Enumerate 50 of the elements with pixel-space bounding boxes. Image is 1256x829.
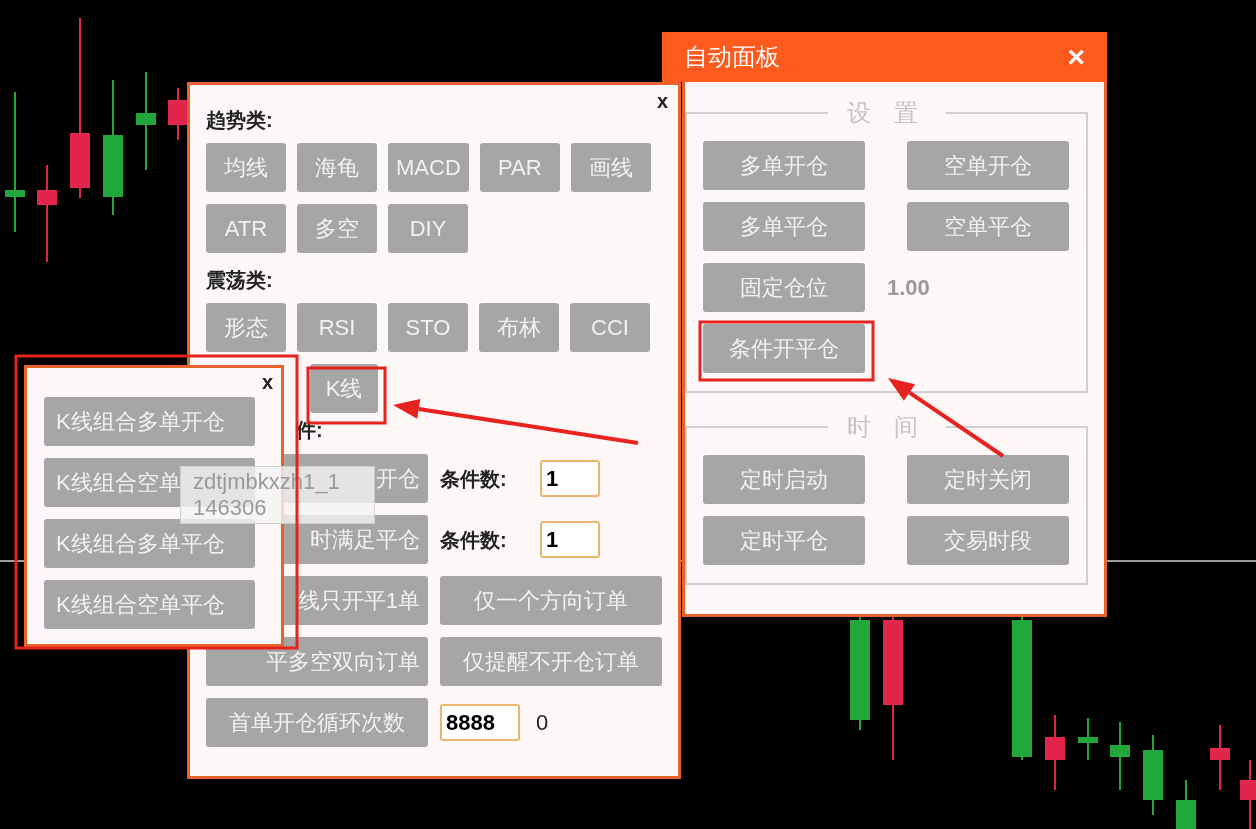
option-button[interactable]: 仅提醒不开仓订单 <box>440 637 662 686</box>
candlestick <box>1210 724 1230 791</box>
indicator-button[interactable]: ATR <box>206 204 286 253</box>
action-button[interactable]: 多单开仓 <box>703 141 865 190</box>
pattern-button[interactable]: K线组合多单开仓 <box>44 397 255 446</box>
action-button[interactable]: 多单平仓 <box>703 202 865 251</box>
indicator-button[interactable]: 画线 <box>570 143 651 192</box>
indicator-button[interactable]: 多空 <box>297 204 377 253</box>
indicator-button[interactable]: 布林 <box>479 303 559 352</box>
action-button[interactable]: 定时启动 <box>703 455 865 504</box>
candlestick <box>168 87 188 141</box>
indicator-button[interactable]: 形态 <box>206 303 286 352</box>
candlestick <box>1176 779 1196 829</box>
indicator-button[interactable]: 海龟 <box>297 143 377 192</box>
value-text: 0 <box>536 709 549 737</box>
input-field[interactable]: 8888 <box>440 704 520 741</box>
field-label: 条件数: <box>440 466 508 492</box>
close-button[interactable]: x <box>656 91 668 111</box>
candlestick <box>1078 717 1098 761</box>
field-label: 条件数: <box>440 527 508 553</box>
section-heading: 震荡类: <box>206 268 274 293</box>
action-button[interactable]: 条件开平仓 <box>703 324 865 373</box>
input-field[interactable]: 1 <box>540 521 600 558</box>
lot-size-value: 1.00 <box>887 274 930 302</box>
indicator-button[interactable]: DIY <box>388 204 468 253</box>
pattern-button[interactable]: K线组合空单平仓 <box>44 580 255 629</box>
indicator-button[interactable]: 均线 <box>206 143 286 192</box>
window-title: 自动面板 <box>684 42 780 72</box>
option-button[interactable]: 仅一个方向订单 <box>440 576 662 625</box>
indicator-button[interactable]: STO <box>388 303 468 352</box>
input-field[interactable]: 1 <box>540 460 600 497</box>
option-button[interactable]: 首单开仓循环次数 <box>206 698 428 747</box>
action-button[interactable]: 固定仓位 <box>703 263 865 312</box>
action-button[interactable]: 定时关闭 <box>907 455 1069 504</box>
action-button[interactable]: 定时平仓 <box>703 516 865 565</box>
action-button[interactable]: 交易时段 <box>907 516 1069 565</box>
group-title: 时 间 <box>827 412 946 442</box>
indicator-button[interactable]: PAR <box>479 143 560 192</box>
close-button[interactable]: x <box>261 372 273 392</box>
indicator-button[interactable]: CCI <box>570 303 650 352</box>
indicator-button[interactable]: MACD <box>388 143 469 192</box>
candlestick <box>1240 759 1256 829</box>
close-button[interactable]: × <box>1067 42 1085 72</box>
pattern-button[interactable]: K线组合多单平仓 <box>44 519 255 568</box>
section-heading: 趋势类: <box>206 108 274 133</box>
action-button[interactable]: 空单开仓 <box>907 141 1069 190</box>
indicator-button[interactable]: RSI <box>297 303 377 352</box>
candlestick <box>1110 721 1130 791</box>
action-button[interactable]: 空单平仓 <box>907 202 1069 251</box>
indicator-button[interactable]: K线 <box>310 364 378 413</box>
